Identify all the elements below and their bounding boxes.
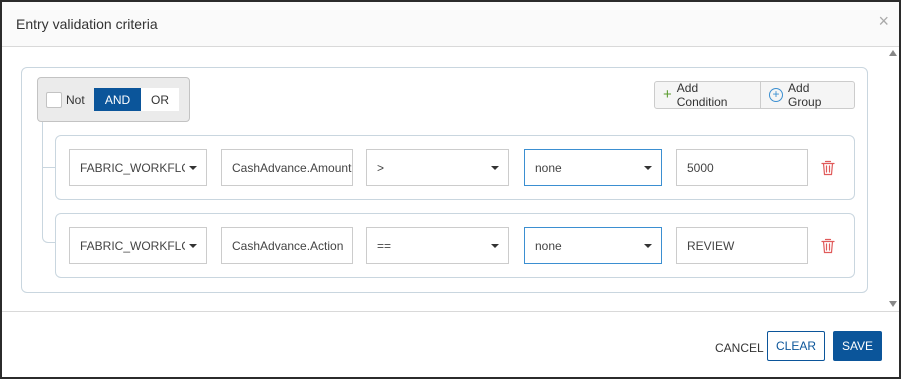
source-value: FABRIC_WORKFLOW <box>80 238 185 253</box>
function-value: none <box>535 238 562 253</box>
function-value: none <box>535 160 562 175</box>
source-select[interactable]: FABRIC_WORKFLOW <box>69 149 207 186</box>
group-connector-line <box>42 122 56 243</box>
operator-select[interactable]: == <box>366 227 509 264</box>
operator-value: == <box>377 238 392 253</box>
value-input[interactable]: REVIEW <box>676 227 808 264</box>
trash-icon[interactable] <box>821 238 835 254</box>
add-group-label: Add Group <box>788 81 822 109</box>
not-label: Not <box>66 93 85 107</box>
clear-button[interactable]: CLEAR <box>767 331 825 361</box>
attribute-input[interactable]: CashAdvance.Action <box>221 227 353 264</box>
rule-row: FABRIC_WORKFLOW CashAdvance.Amount > non… <box>55 135 855 200</box>
trash-icon[interactable] <box>821 160 835 176</box>
value-text: 5000 <box>687 160 714 175</box>
add-condition-label: Add Condition <box>676 81 728 109</box>
dialog-header: Entry validation criteria × <box>2 2 899 47</box>
source-value: FABRIC_WORKFLOW <box>80 160 185 175</box>
chevron-down-icon <box>644 243 652 248</box>
condition-group: Not AND OR + Add Condition + Add Group F… <box>21 67 868 293</box>
operator-value: > <box>377 160 385 175</box>
chevron-down-icon <box>491 243 499 248</box>
close-icon[interactable]: × <box>878 12 889 30</box>
or-button[interactable]: OR <box>141 88 179 111</box>
operator-select[interactable]: > <box>366 149 509 186</box>
plus-icon: + <box>663 86 672 103</box>
rule-row: FABRIC_WORKFLOW CashAdvance.Action == no… <box>55 213 855 278</box>
save-button[interactable]: SAVE <box>833 331 882 361</box>
circle-plus-icon: + <box>769 88 784 102</box>
add-condition-button[interactable]: + Add Condition <box>655 81 760 109</box>
function-select[interactable]: none <box>524 227 662 264</box>
value-text: REVIEW <box>687 238 735 253</box>
not-toggle[interactable]: Not <box>46 90 85 110</box>
chevron-down-icon <box>189 165 197 170</box>
source-select[interactable]: FABRIC_WORKFLOW <box>69 227 207 264</box>
group-connector-tick <box>42 167 56 168</box>
dialog-footer: CANCEL CLEAR SAVE <box>2 311 899 377</box>
dialog-title: Entry validation criteria <box>16 16 158 32</box>
not-checkbox[interactable] <box>46 92 62 108</box>
value-input[interactable]: 5000 <box>676 149 808 186</box>
chevron-down-icon <box>644 165 652 170</box>
cancel-button[interactable]: CANCEL <box>715 341 764 355</box>
attribute-value: CashAdvance.Action <box>232 238 344 253</box>
scroll-up-arrow-icon[interactable] <box>889 50 897 56</box>
vertical-scrollbar[interactable] <box>885 48 899 311</box>
attribute-input[interactable]: CashAdvance.Amount <box>221 149 353 186</box>
function-select[interactable]: none <box>524 149 662 186</box>
chevron-down-icon <box>491 165 499 170</box>
entry-validation-dialog: Entry validation criteria × Not AND OR +… <box>0 0 901 379</box>
and-button[interactable]: AND <box>94 88 141 111</box>
add-group-button[interactable]: + Add Group <box>760 81 854 109</box>
chevron-down-icon <box>189 243 197 248</box>
scroll-down-arrow-icon[interactable] <box>889 301 897 307</box>
logic-operator-selector: Not AND OR <box>37 77 190 122</box>
attribute-value: CashAdvance.Amount <box>232 160 352 175</box>
group-actions: + Add Condition + Add Group <box>654 81 855 109</box>
dialog-body: Not AND OR + Add Condition + Add Group F… <box>2 48 899 311</box>
